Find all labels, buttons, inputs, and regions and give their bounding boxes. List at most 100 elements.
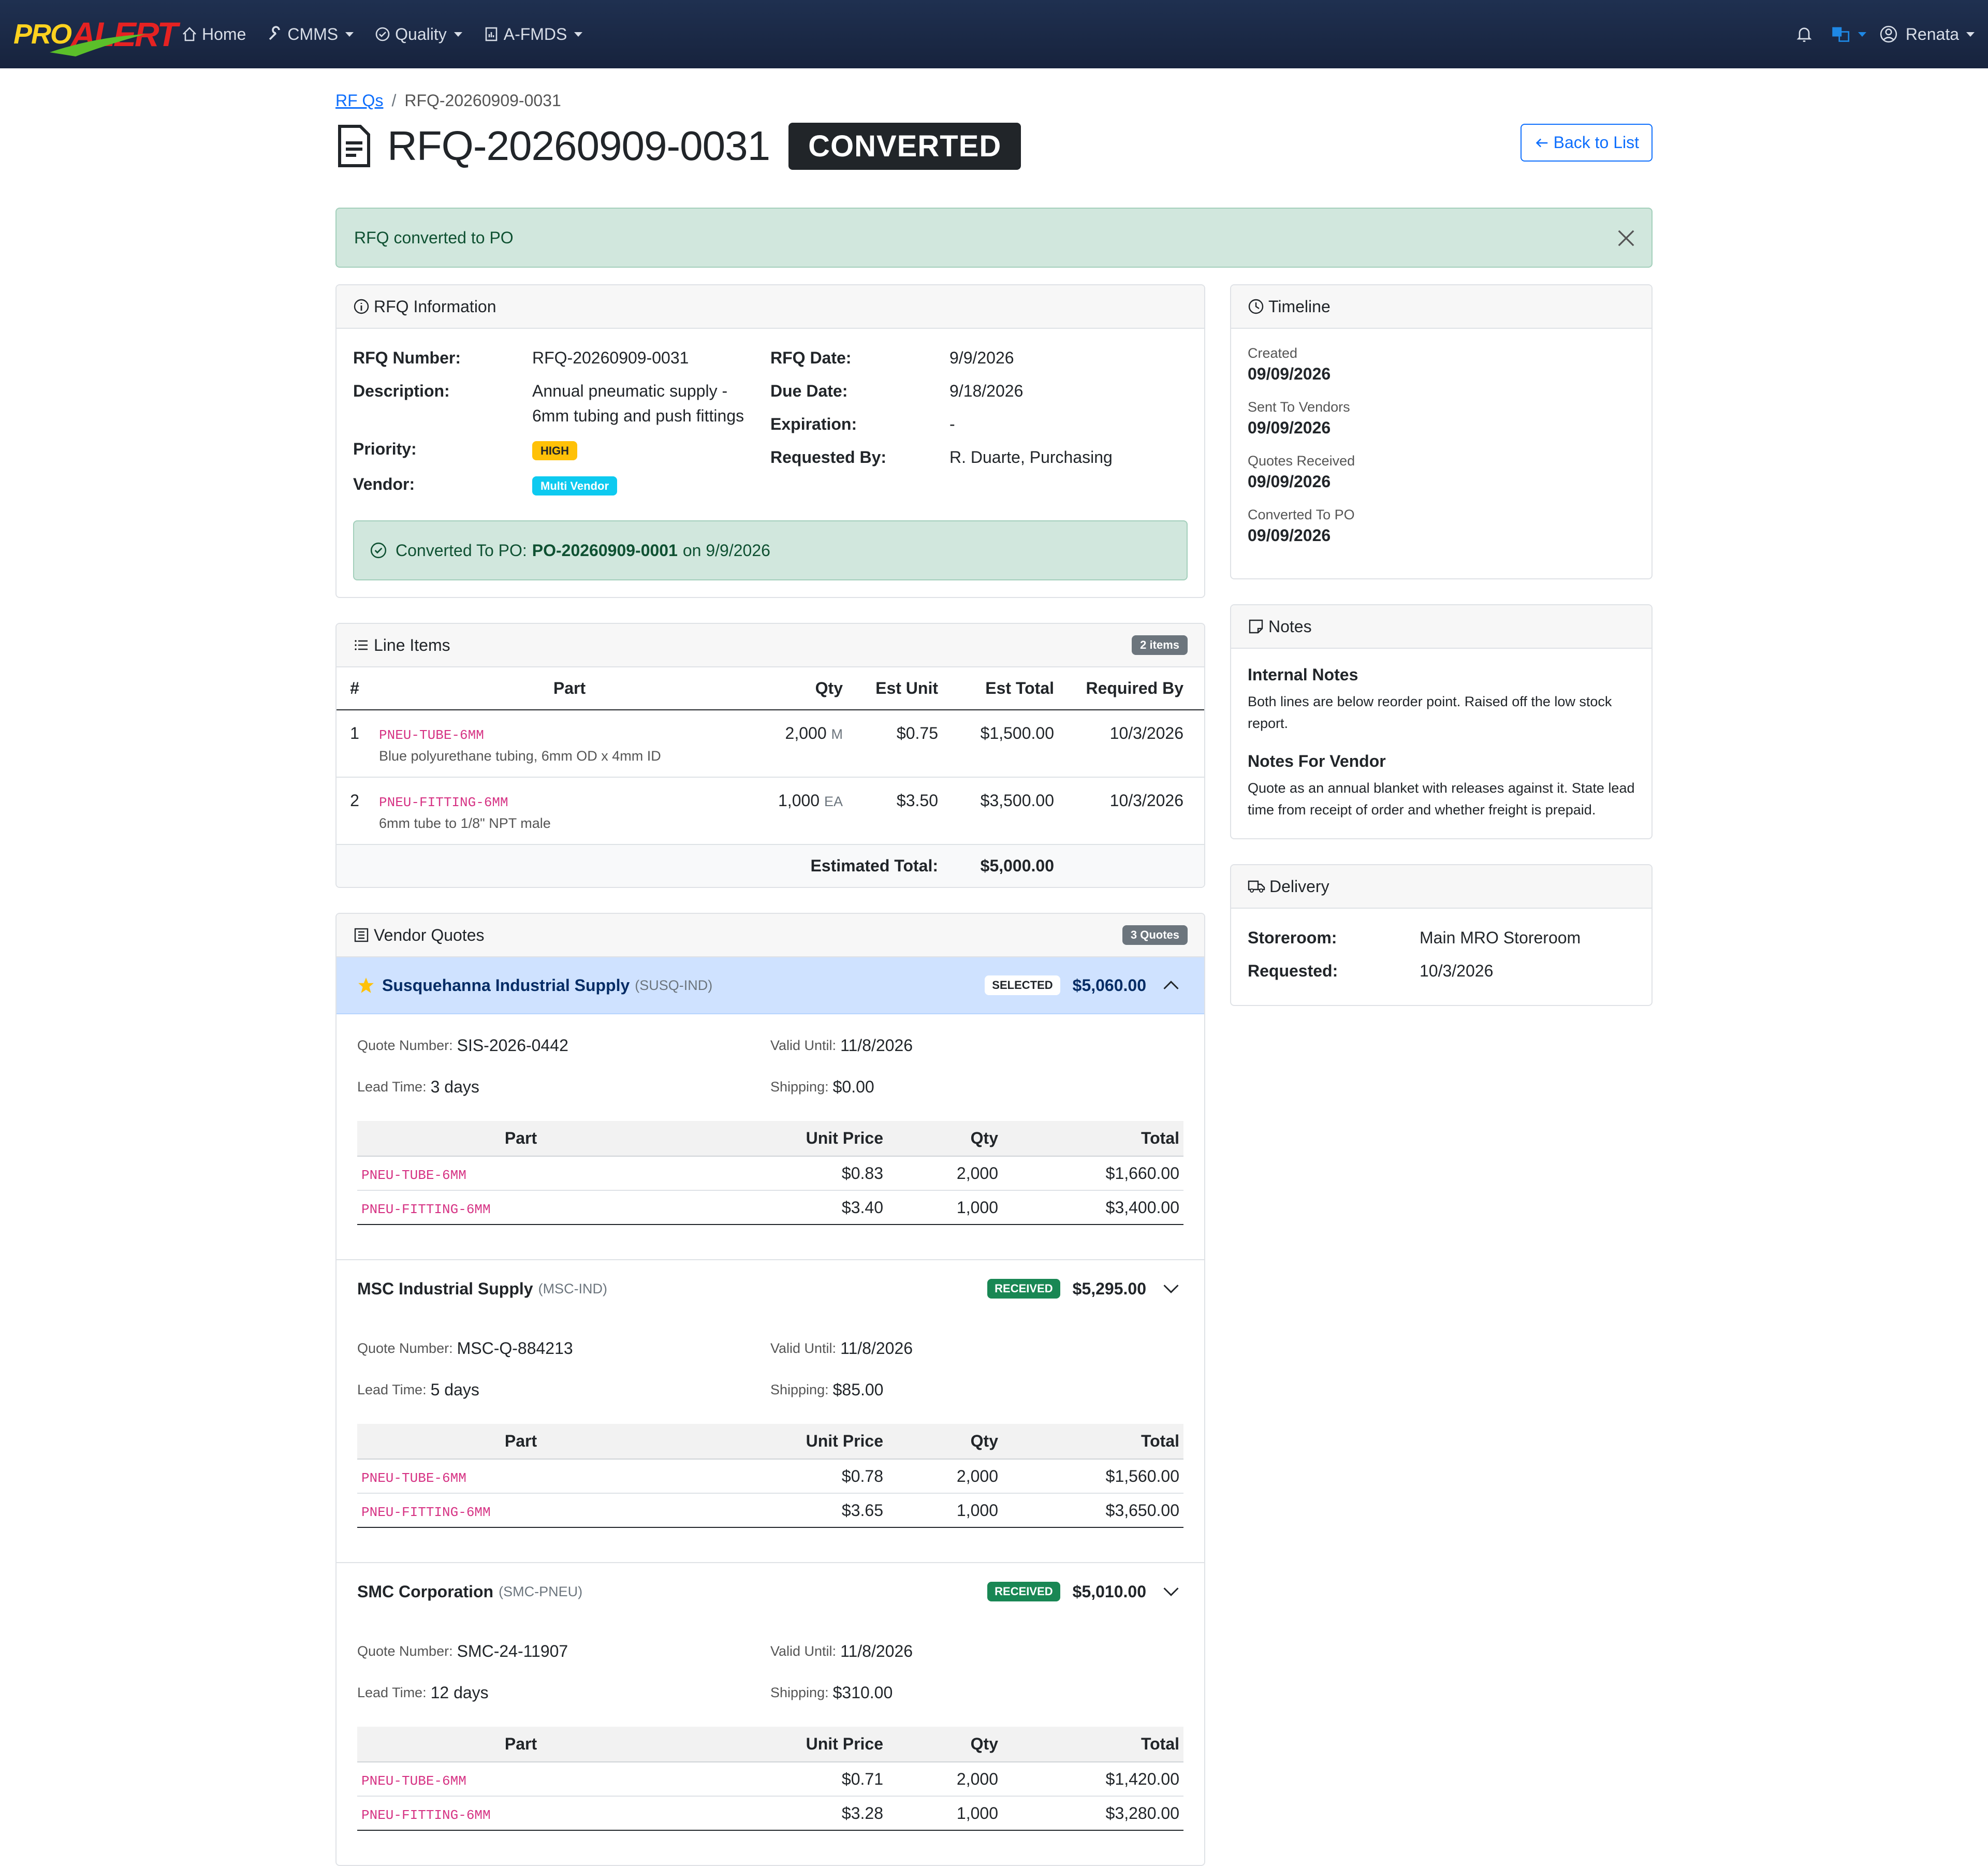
- requested-label: Requested:: [1248, 961, 1338, 980]
- part-code[interactable]: PNEU-TUBE-6MM: [361, 1773, 466, 1789]
- vendor-code: (SMC-PNEU): [499, 1583, 583, 1599]
- valid-until-label: Valid Until:: [770, 1340, 837, 1356]
- col-est-unit: Est Unit: [843, 667, 938, 710]
- vendor-quotes-title: Vendor Quotes: [374, 925, 485, 944]
- chevron-down-icon[interactable]: [1162, 1582, 1180, 1601]
- chevron-down-icon[interactable]: [1162, 1279, 1180, 1298]
- vendor-name: Susquehanna Industrial Supply: [382, 975, 630, 995]
- part-code[interactable]: PNEU-FITTING-6MM: [361, 1202, 491, 1217]
- vendor-quote-header[interactable]: MSC Industrial Supply (MSC-IND) RECEIVED…: [337, 1260, 1204, 1317]
- line-required-by: 10/3/2026: [1054, 777, 1204, 845]
- lead-time-label: Lead Time:: [357, 1381, 427, 1397]
- status-badge: CONVERTED: [788, 122, 1021, 170]
- line-total: $3,650.00: [998, 1493, 1183, 1528]
- user-menu[interactable]: Renata: [1880, 25, 1975, 44]
- part-description: 6mm tube to 1/8" NPT male: [379, 815, 551, 831]
- line-item-row: 2 PNEU-FITTING-6MM 6mm tube to 1/8" NPT …: [337, 777, 1204, 845]
- chevron-up-icon[interactable]: [1162, 976, 1180, 995]
- line-items-card: Line Items 2 items # Part Qty Est Unit E…: [335, 623, 1205, 888]
- part-code[interactable]: PNEU-TUBE-6MM: [361, 1470, 466, 1486]
- breadcrumb-rfqs-link[interactable]: RF Qs: [335, 91, 383, 110]
- star-icon: [358, 978, 374, 993]
- line-uom: EA: [824, 794, 843, 809]
- qty: 1,000: [883, 1493, 998, 1528]
- truck-icon: [1248, 880, 1265, 893]
- qty: 2,000: [883, 1459, 998, 1494]
- timeline-event: Quotes Received 09/09/2026: [1248, 453, 1635, 491]
- nav-cmms[interactable]: CMMS: [267, 25, 354, 44]
- timeline-event-label: Sent To Vendors: [1248, 399, 1350, 415]
- converted-po-number[interactable]: PO-20260909-0001: [532, 541, 678, 560]
- quote-lines-table: Part Unit Price Qty Total PNEU-TUBE-6MM …: [357, 1424, 1183, 1528]
- language-selector[interactable]: [1831, 25, 1866, 43]
- qty: 2,000: [883, 1762, 998, 1797]
- rfq-information-title: RFQ Information: [374, 297, 496, 316]
- timeline-header: Timeline: [1231, 285, 1651, 329]
- quote-amount: $5,010.00: [1072, 1582, 1146, 1601]
- line-est-total: $1,500.00: [938, 710, 1054, 778]
- vendor-quote-header-selected[interactable]: Susquehanna Industrial Supply (SUSQ-IND)…: [337, 957, 1204, 1014]
- notes-header: Notes: [1231, 605, 1651, 649]
- timeline-event-label: Created: [1248, 345, 1298, 361]
- back-to-list-button[interactable]: Back to List: [1520, 124, 1653, 162]
- notes-card: Notes Internal Notes Both lines are belo…: [1230, 604, 1653, 839]
- info-circle-icon: [354, 299, 369, 314]
- valid-until-label: Valid Until:: [770, 1037, 837, 1053]
- quote-line-row: PNEU-TUBE-6MM $0.71 2,000 $1,420.00: [357, 1762, 1183, 1797]
- line-est-unit: $3.50: [843, 777, 938, 845]
- quote-status-badge: RECEIVED: [987, 1279, 1060, 1299]
- col-required-by: Required By: [1054, 667, 1204, 710]
- unit-price: $3.65: [684, 1493, 883, 1528]
- nav-afmds[interactable]: A-FMDS: [483, 25, 583, 44]
- quote-lines-table: Part Unit Price Qty Total PNEU-TUBE-6MM …: [357, 1727, 1183, 1831]
- priority-label: Priority:: [353, 440, 417, 458]
- converted-date: on 9/9/2026: [682, 541, 770, 560]
- notifications-button[interactable]: [1795, 25, 1818, 43]
- quote-number-label: Quote Number:: [357, 1643, 453, 1659]
- vendor-code: (MSC-IND): [538, 1280, 608, 1296]
- vendor-badge: Multi Vendor: [532, 476, 617, 495]
- valid-until-value: 11/8/2026: [840, 1641, 913, 1660]
- unit-price: $0.78: [684, 1459, 883, 1494]
- proalert-logo[interactable]: PRO ALERT: [13, 11, 178, 57]
- check-circle-icon: [370, 542, 387, 559]
- alert-message: RFQ converted to PO: [354, 228, 514, 247]
- vendor-quote-details: Quote Number: SIS-2026-0442 Valid Until: 1…: [337, 1014, 1204, 1260]
- vendor-label: Vendor:: [353, 475, 415, 493]
- part-code[interactable]: PNEU-FITTING-6MM: [361, 1807, 491, 1823]
- part-code[interactable]: PNEU-FITTING-6MM: [379, 795, 508, 810]
- col-est-total: Est Total: [938, 667, 1054, 710]
- part-code[interactable]: PNEU-FITTING-6MM: [361, 1505, 491, 1520]
- home-icon: [183, 27, 196, 41]
- vendor-quotes-count-badge: 3 Quotes: [1122, 925, 1188, 945]
- timeline-event: Created 09/09/2026: [1248, 345, 1635, 384]
- rfq-number-value: RFQ-20260909-0031: [532, 348, 689, 367]
- chevron-down-icon: [574, 32, 583, 37]
- storeroom-label: Storeroom:: [1248, 928, 1337, 947]
- breadcrumb: RF Qs / RFQ-20260909-0031: [335, 91, 1653, 110]
- col-unit-price: Unit Price: [684, 1121, 883, 1157]
- unit-price: $0.83: [684, 1156, 883, 1191]
- timeline-event-label: Quotes Received: [1248, 453, 1355, 469]
- quote-number-value: SMC-24-11907: [457, 1641, 568, 1660]
- col-total: Total: [998, 1424, 1183, 1460]
- vendor-notes-heading: Notes For Vendor: [1248, 752, 1386, 770]
- part-code[interactable]: PNEU-TUBE-6MM: [361, 1168, 466, 1183]
- rfq-number-label: RFQ Number:: [353, 348, 461, 367]
- requested-by-label: Requested By:: [770, 448, 887, 466]
- part-code[interactable]: PNEU-TUBE-6MM: [379, 727, 484, 743]
- nav-home[interactable]: Home: [181, 25, 246, 44]
- nav-quality[interactable]: Quality: [374, 25, 462, 44]
- page-title: RFQ-20260909-0031: [387, 123, 770, 169]
- vendor-code: (SUSQ-IND): [635, 977, 713, 993]
- quote-line-row: PNEU-FITTING-6MM $3.40 1,000 $3,400.00: [357, 1190, 1183, 1225]
- vendor-quote-header[interactable]: SMC Corporation (SMC-PNEU) RECEIVED $5,0…: [337, 1563, 1204, 1620]
- rfq-date-value: 9/9/2026: [949, 348, 1014, 367]
- timeline-event-date: 09/09/2026: [1248, 472, 1331, 491]
- close-icon[interactable]: [1616, 228, 1636, 248]
- timeline-event-date: 09/09/2026: [1248, 526, 1331, 545]
- page-header: RFQ-20260909-0031 CONVERTED Back to List: [335, 118, 1653, 174]
- timeline-title: Timeline: [1268, 297, 1331, 316]
- timeline-event: Converted To PO 09/09/2026: [1248, 507, 1635, 545]
- line-est-total: $3,500.00: [938, 777, 1054, 845]
